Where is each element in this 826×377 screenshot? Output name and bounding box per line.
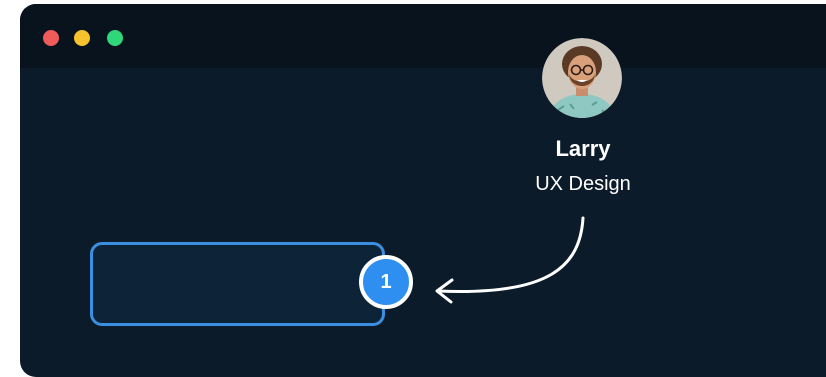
close-window-button[interactable] [43, 30, 59, 46]
window-titlebar [20, 4, 826, 68]
avatar [542, 38, 622, 118]
user-role: UX Design [535, 173, 631, 195]
minimize-window-button[interactable] [74, 30, 90, 46]
app-window: Larry UX Design 1 [20, 4, 826, 377]
maximize-window-button[interactable] [107, 30, 123, 46]
highlighted-input-box[interactable] [90, 242, 385, 326]
person-avatar-icon [542, 38, 622, 118]
step-number-badge: 1 [359, 255, 413, 309]
user-name: Larry [555, 136, 611, 161]
